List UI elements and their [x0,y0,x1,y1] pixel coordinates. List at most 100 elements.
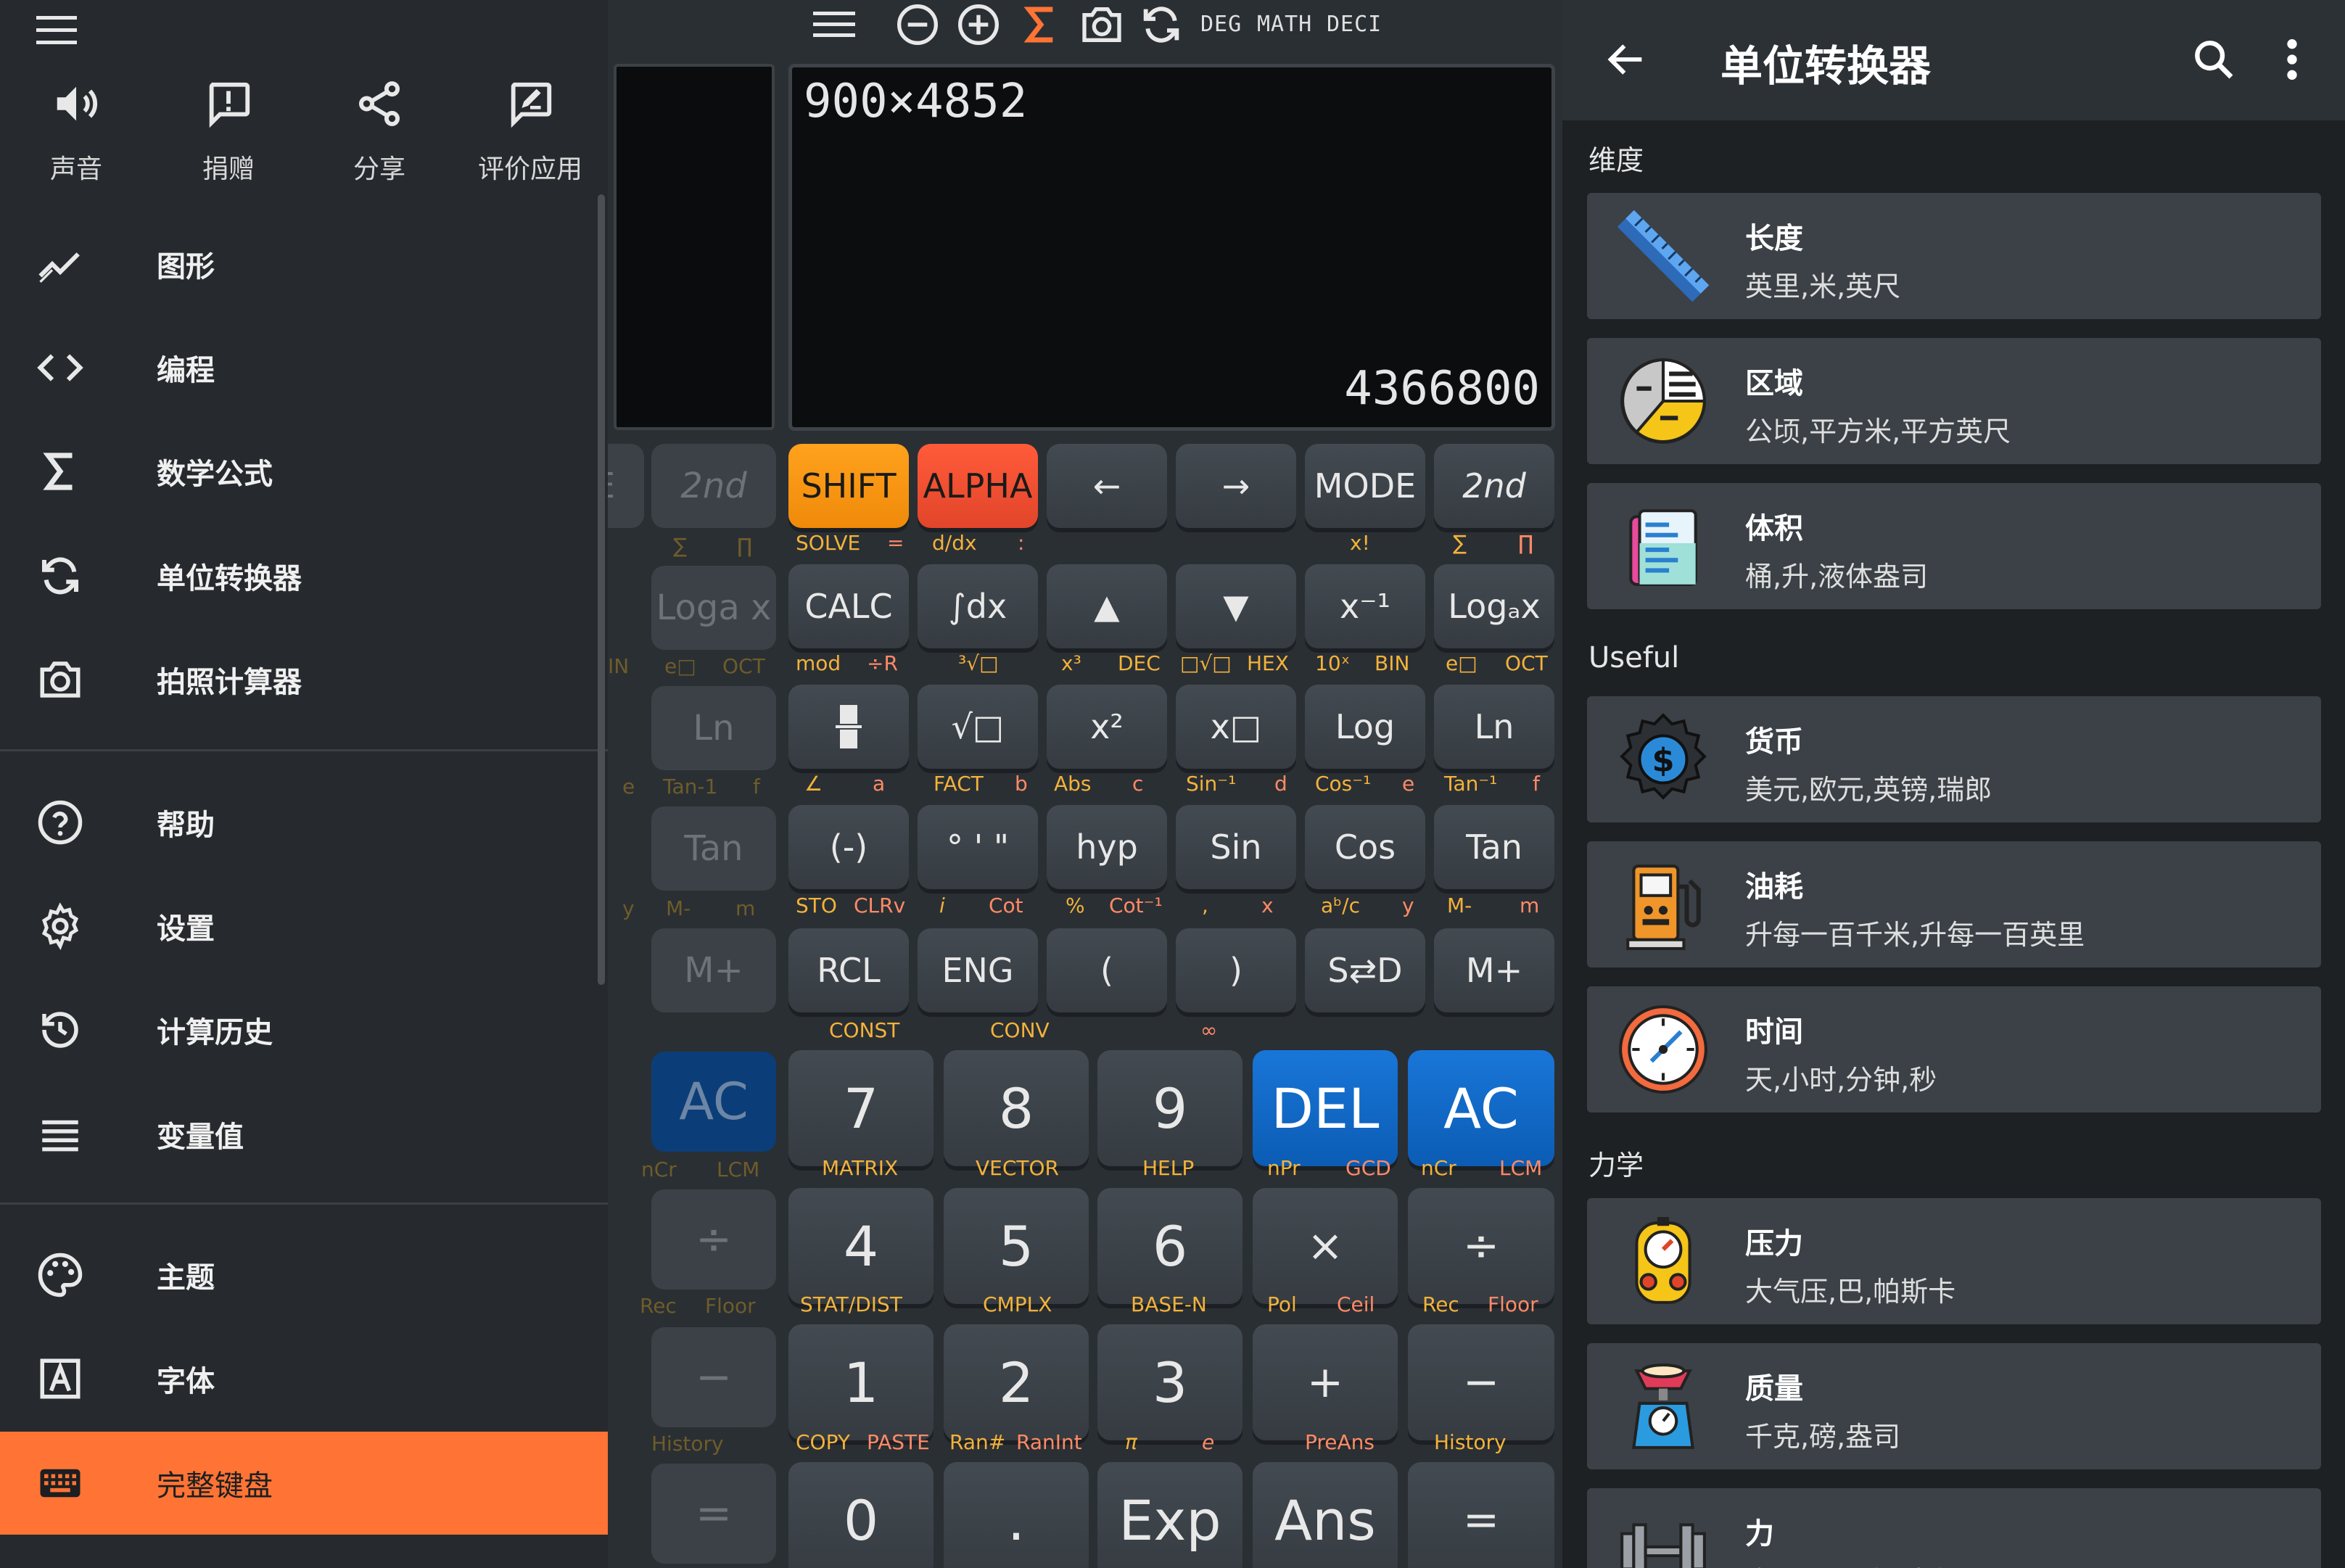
degree-key[interactable]: ° ' " [918,805,1038,889]
divide-key[interactable]: ÷ [1408,1188,1554,1304]
beaker-icon [1616,499,1710,593]
rcl-key[interactable]: RCL [788,928,909,1012]
cos-key[interactable]: Cos [1305,805,1425,889]
drawer-item-label: 帮助 [157,809,215,842]
result-text: 4366800 [1344,362,1540,416]
minus-circle-icon[interactable] [894,1,941,48]
drawer-item-photo-calculator[interactable]: 拍照计算器 [0,629,608,730]
digit-0-key[interactable]: 0 [788,1462,934,1568]
log-base-key[interactable]: Logₐx [1434,564,1554,648]
ln-key[interactable]: Ln [1434,685,1554,769]
menu-icon[interactable] [812,9,857,41]
power-key[interactable]: x□ [1176,685,1296,769]
menu-icon[interactable] [33,15,80,46]
converter-card-force[interactable]: 力 牛顿,千克力,磅力 [1587,1488,2321,1568]
drawer-item-graph[interactable]: 图形 [0,213,608,315]
minus-key[interactable]: − [1408,1324,1554,1440]
sin-key[interactable]: Sin [1176,805,1296,889]
converter-card-time[interactable]: 时间 天,小时,分钟,秒 [1587,986,2321,1113]
drawer-item-programming[interactable]: 编程 [0,317,608,418]
s-to-d-key[interactable]: S⇄D [1305,928,1425,1012]
converter-card-fuel[interactable]: 油耗 升每一百千米,升每一百英里 [1587,841,2321,967]
sigma-icon[interactable] [1021,3,1061,46]
cursor-right-key[interactable]: → [1176,444,1296,528]
shift-label: mod [796,651,841,675]
shift-label: STO [796,894,837,917]
hyp-key[interactable]: hyp [1047,805,1167,889]
camera-icon[interactable] [1079,1,1125,48]
converter-card-pressure[interactable]: 压力 大气压,巴,帕斯卡 [1587,1198,2321,1324]
digit-9-key[interactable]: 9 [1097,1050,1242,1166]
unit-converter-screen: 单位转换器 维度 长度 英里,米,英尺 区域 公顷,平方米,平方英尺 体积 桶,… [1562,0,2345,1568]
quick-action-share[interactable]: 分享 [303,78,456,186]
alpha-key[interactable]: ALPHA [918,444,1038,528]
drawer-item-formulas[interactable]: 数学公式 [0,421,608,522]
sync-icon[interactable] [1138,1,1184,48]
drawer-item-unit-converter[interactable]: 单位转换器 [0,525,608,627]
angle-mode-indicator[interactable]: DEG [1200,12,1242,37]
quick-action-donate[interactable]: 捐赠 [152,78,305,186]
alpha-label: HEX [1247,651,1289,675]
drawer-item-help[interactable]: 帮助 [0,772,608,873]
more-options-icon[interactable] [2283,36,2301,83]
shift-key[interactable]: SHIFT [788,444,909,528]
plus-circle-icon[interactable] [955,1,1002,48]
converter-card-length[interactable]: 长度 英里,米,英尺 [1587,193,2321,319]
negative-key[interactable]: (-) [788,805,909,889]
cursor-up-key[interactable]: ▲ [1047,564,1167,648]
shift-label: % [1066,894,1085,917]
plus-key[interactable]: + [1253,1324,1398,1440]
cursor-left-key[interactable]: ← [1047,444,1167,528]
converter-card-currency[interactable]: $ 货币 美元,欧元,英镑,瑞郎 [1587,696,2321,822]
shift-label: ³√□ [958,651,999,675]
log-key[interactable]: Log [1305,685,1425,769]
converter-card-area[interactable]: 区域 公顷,平方米,平方英尺 [1587,338,2321,464]
close-paren-key[interactable]: ) [1176,928,1296,1012]
math-mode-indicator[interactable]: MATH [1257,12,1312,37]
all-clear-key[interactable]: AC [1408,1050,1554,1166]
digit-3-key[interactable]: 3 [1097,1324,1242,1440]
sqrt-key[interactable]: √□ [918,685,1038,769]
calc-key[interactable]: CALC [788,564,909,648]
eng-key[interactable]: ENG [918,928,1038,1012]
digit-5-key[interactable]: 5 [944,1188,1089,1304]
exp-key[interactable]: Exp [1097,1462,1242,1568]
ans-key[interactable]: Ans [1253,1462,1398,1568]
search-icon[interactable] [2191,36,2237,83]
integral-key[interactable]: ∫dx [918,564,1038,648]
drawer-item-history[interactable]: 计算历史 [0,979,608,1081]
fraction-key[interactable] [788,685,909,769]
drawer-scrollbar[interactable] [598,194,605,985]
converter-card-volume[interactable]: 体积 桶,升,液体盎司 [1587,483,2321,609]
drawer-item-full-keyboard[interactable]: 完整键盘 [0,1432,608,1535]
m-plus-key[interactable]: M+ [1434,928,1554,1012]
decimal-point-key[interactable]: . [944,1462,1089,1568]
digit-8-key[interactable]: 8 [944,1050,1089,1166]
equals-key[interactable]: = [1408,1462,1554,1568]
quick-action-sound[interactable]: 声音 [0,78,152,186]
digit-4-key[interactable]: 4 [788,1188,934,1304]
mode-key[interactable]: MODE [1305,444,1425,528]
calculator-display[interactable]: 900×4852 4366800 [788,64,1555,431]
drawer-item-font[interactable]: 字体 [0,1328,608,1429]
reciprocal-key[interactable]: x⁻¹ [1305,564,1425,648]
drawer-item-variables[interactable]: 变量值 [0,1084,608,1185]
sigma-icon [36,447,84,495]
digit-7-key[interactable]: 7 [788,1050,934,1166]
back-arrow-icon[interactable] [1603,36,1649,83]
digit-6-key[interactable]: 6 [1097,1188,1242,1304]
quick-action-rate[interactable]: 评价应用 [454,78,606,186]
digit-2-key[interactable]: 2 [944,1324,1089,1440]
drawer-item-theme[interactable]: 主题 [0,1224,608,1326]
square-key[interactable]: x² [1047,685,1167,769]
second-function-key[interactable]: 2nd [1434,444,1554,528]
tan-key[interactable]: Tan [1434,805,1554,889]
converter-card-mass[interactable]: 质量 千克,磅,盎司 [1587,1343,2321,1469]
cursor-down-key[interactable]: ▼ [1176,564,1296,648]
multiply-key[interactable]: × [1253,1188,1398,1304]
open-paren-key[interactable]: ( [1047,928,1167,1012]
digit-1-key[interactable]: 1 [788,1324,934,1440]
delete-key[interactable]: DEL [1253,1050,1398,1166]
decimal-mode-indicator[interactable]: DECI [1327,12,1382,37]
drawer-item-settings[interactable]: 设置 [0,875,608,977]
